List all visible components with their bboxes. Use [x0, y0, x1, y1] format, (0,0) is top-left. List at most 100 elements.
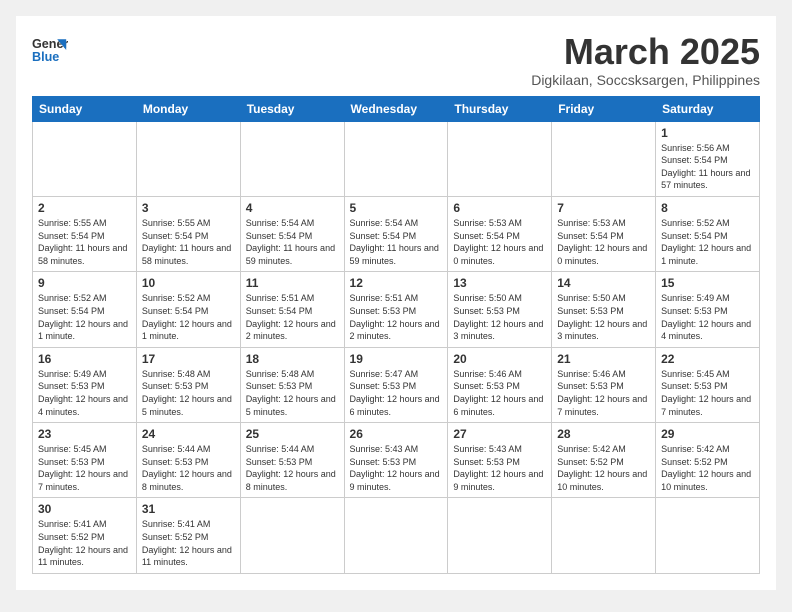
table-row	[552, 498, 656, 573]
table-row	[344, 121, 448, 196]
day-number: 16	[38, 352, 131, 366]
table-row: 28 Sunrise: 5:42 AM Sunset: 5:52 PM Dayl…	[552, 423, 656, 498]
header-tuesday: Tuesday	[240, 96, 344, 121]
logo: General Blue	[32, 32, 68, 68]
weekday-header-row: Sunday Monday Tuesday Wednesday Thursday…	[33, 96, 760, 121]
table-row: 2 Sunrise: 5:55 AM Sunset: 5:54 PM Dayli…	[33, 196, 137, 271]
day-number: 12	[350, 276, 443, 290]
page: General Blue March 2025 Digkilaan, Soccs…	[16, 16, 776, 590]
day-info: Sunrise: 5:52 AM Sunset: 5:54 PM Dayligh…	[142, 292, 235, 342]
day-number: 31	[142, 502, 235, 516]
day-info: Sunrise: 5:47 AM Sunset: 5:53 PM Dayligh…	[350, 368, 443, 418]
day-info: Sunrise: 5:53 AM Sunset: 5:54 PM Dayligh…	[453, 217, 546, 267]
calendar-table: Sunday Monday Tuesday Wednesday Thursday…	[32, 96, 760, 574]
table-row: 24 Sunrise: 5:44 AM Sunset: 5:53 PM Dayl…	[136, 423, 240, 498]
table-row: 31 Sunrise: 5:41 AM Sunset: 5:52 PM Dayl…	[136, 498, 240, 573]
header-monday: Monday	[136, 96, 240, 121]
day-info: Sunrise: 5:49 AM Sunset: 5:53 PM Dayligh…	[38, 368, 131, 418]
table-row: 20 Sunrise: 5:46 AM Sunset: 5:53 PM Dayl…	[448, 347, 552, 422]
day-number: 21	[557, 352, 650, 366]
table-row: 13 Sunrise: 5:50 AM Sunset: 5:53 PM Dayl…	[448, 272, 552, 347]
day-number: 11	[246, 276, 339, 290]
table-row: 1 Sunrise: 5:56 AM Sunset: 5:54 PM Dayli…	[656, 121, 760, 196]
header-sunday: Sunday	[33, 96, 137, 121]
table-row	[448, 121, 552, 196]
table-row: 17 Sunrise: 5:48 AM Sunset: 5:53 PM Dayl…	[136, 347, 240, 422]
logo-icon: General Blue	[32, 32, 68, 68]
table-row	[344, 498, 448, 573]
day-info: Sunrise: 5:51 AM Sunset: 5:53 PM Dayligh…	[350, 292, 443, 342]
day-info: Sunrise: 5:46 AM Sunset: 5:53 PM Dayligh…	[453, 368, 546, 418]
day-info: Sunrise: 5:54 AM Sunset: 5:54 PM Dayligh…	[350, 217, 443, 267]
svg-text:Blue: Blue	[32, 50, 59, 64]
day-info: Sunrise: 5:49 AM Sunset: 5:53 PM Dayligh…	[661, 292, 754, 342]
day-info: Sunrise: 5:42 AM Sunset: 5:52 PM Dayligh…	[661, 443, 754, 493]
table-row: 21 Sunrise: 5:46 AM Sunset: 5:53 PM Dayl…	[552, 347, 656, 422]
table-row: 23 Sunrise: 5:45 AM Sunset: 5:53 PM Dayl…	[33, 423, 137, 498]
table-row	[240, 498, 344, 573]
day-number: 5	[350, 201, 443, 215]
day-number: 14	[557, 276, 650, 290]
day-info: Sunrise: 5:48 AM Sunset: 5:53 PM Dayligh…	[246, 368, 339, 418]
table-row: 22 Sunrise: 5:45 AM Sunset: 5:53 PM Dayl…	[656, 347, 760, 422]
day-number: 29	[661, 427, 754, 441]
day-info: Sunrise: 5:52 AM Sunset: 5:54 PM Dayligh…	[661, 217, 754, 267]
table-row: 27 Sunrise: 5:43 AM Sunset: 5:53 PM Dayl…	[448, 423, 552, 498]
day-number: 4	[246, 201, 339, 215]
table-row: 10 Sunrise: 5:52 AM Sunset: 5:54 PM Dayl…	[136, 272, 240, 347]
day-info: Sunrise: 5:44 AM Sunset: 5:53 PM Dayligh…	[142, 443, 235, 493]
day-number: 10	[142, 276, 235, 290]
table-row: 8 Sunrise: 5:52 AM Sunset: 5:54 PM Dayli…	[656, 196, 760, 271]
day-info: Sunrise: 5:53 AM Sunset: 5:54 PM Dayligh…	[557, 217, 650, 267]
day-number: 2	[38, 201, 131, 215]
title-block: March 2025 Digkilaan, Soccsksargen, Phil…	[531, 32, 760, 88]
day-number: 6	[453, 201, 546, 215]
day-info: Sunrise: 5:45 AM Sunset: 5:53 PM Dayligh…	[661, 368, 754, 418]
day-info: Sunrise: 5:56 AM Sunset: 5:54 PM Dayligh…	[661, 142, 754, 192]
table-row: 29 Sunrise: 5:42 AM Sunset: 5:52 PM Dayl…	[656, 423, 760, 498]
table-row: 11 Sunrise: 5:51 AM Sunset: 5:54 PM Dayl…	[240, 272, 344, 347]
day-number: 3	[142, 201, 235, 215]
day-info: Sunrise: 5:55 AM Sunset: 5:54 PM Dayligh…	[38, 217, 131, 267]
table-row	[552, 121, 656, 196]
day-info: Sunrise: 5:50 AM Sunset: 5:53 PM Dayligh…	[453, 292, 546, 342]
day-info: Sunrise: 5:52 AM Sunset: 5:54 PM Dayligh…	[38, 292, 131, 342]
day-info: Sunrise: 5:55 AM Sunset: 5:54 PM Dayligh…	[142, 217, 235, 267]
day-info: Sunrise: 5:41 AM Sunset: 5:52 PM Dayligh…	[38, 518, 131, 568]
table-row: 15 Sunrise: 5:49 AM Sunset: 5:53 PM Dayl…	[656, 272, 760, 347]
table-row: 3 Sunrise: 5:55 AM Sunset: 5:54 PM Dayli…	[136, 196, 240, 271]
header-saturday: Saturday	[656, 96, 760, 121]
day-number: 1	[661, 126, 754, 140]
day-info: Sunrise: 5:41 AM Sunset: 5:52 PM Dayligh…	[142, 518, 235, 568]
table-row: 19 Sunrise: 5:47 AM Sunset: 5:53 PM Dayl…	[344, 347, 448, 422]
day-info: Sunrise: 5:42 AM Sunset: 5:52 PM Dayligh…	[557, 443, 650, 493]
table-row: 16 Sunrise: 5:49 AM Sunset: 5:53 PM Dayl…	[33, 347, 137, 422]
day-number: 24	[142, 427, 235, 441]
day-number: 19	[350, 352, 443, 366]
header-friday: Friday	[552, 96, 656, 121]
calendar-subtitle: Digkilaan, Soccsksargen, Philippines	[531, 72, 760, 88]
day-info: Sunrise: 5:43 AM Sunset: 5:53 PM Dayligh…	[350, 443, 443, 493]
day-number: 25	[246, 427, 339, 441]
table-row: 14 Sunrise: 5:50 AM Sunset: 5:53 PM Dayl…	[552, 272, 656, 347]
table-row: 18 Sunrise: 5:48 AM Sunset: 5:53 PM Dayl…	[240, 347, 344, 422]
table-row	[656, 498, 760, 573]
day-number: 13	[453, 276, 546, 290]
day-number: 22	[661, 352, 754, 366]
table-row: 25 Sunrise: 5:44 AM Sunset: 5:53 PM Dayl…	[240, 423, 344, 498]
table-row: 5 Sunrise: 5:54 AM Sunset: 5:54 PM Dayli…	[344, 196, 448, 271]
day-number: 30	[38, 502, 131, 516]
day-number: 17	[142, 352, 235, 366]
table-row	[448, 498, 552, 573]
table-row: 12 Sunrise: 5:51 AM Sunset: 5:53 PM Dayl…	[344, 272, 448, 347]
table-row	[240, 121, 344, 196]
table-row: 30 Sunrise: 5:41 AM Sunset: 5:52 PM Dayl…	[33, 498, 137, 573]
day-number: 18	[246, 352, 339, 366]
day-number: 27	[453, 427, 546, 441]
header-wednesday: Wednesday	[344, 96, 448, 121]
header-thursday: Thursday	[448, 96, 552, 121]
day-info: Sunrise: 5:43 AM Sunset: 5:53 PM Dayligh…	[453, 443, 546, 493]
day-number: 23	[38, 427, 131, 441]
day-info: Sunrise: 5:44 AM Sunset: 5:53 PM Dayligh…	[246, 443, 339, 493]
table-row: 26 Sunrise: 5:43 AM Sunset: 5:53 PM Dayl…	[344, 423, 448, 498]
